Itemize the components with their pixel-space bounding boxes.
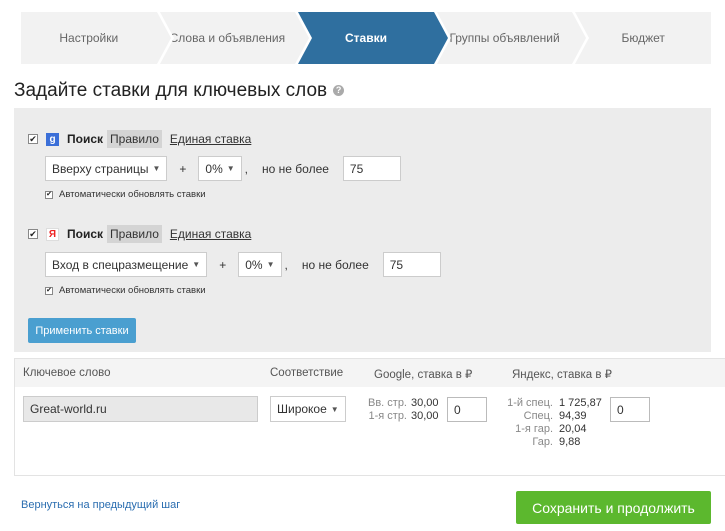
apply-bids-button[interactable]: Применить ставки: [28, 318, 136, 343]
select-value: Широкое: [277, 402, 327, 416]
bid-label: 1-й спец.: [507, 397, 553, 409]
bid-value: 9,88: [559, 436, 581, 448]
step-label: Бюджет: [621, 31, 665, 45]
save-continue-button[interactable]: Сохранить и продолжить: [516, 491, 711, 524]
yandex-search-label: Поиск: [67, 227, 104, 241]
bid-label: 1-я гар.: [515, 423, 553, 435]
bid-label: Гар.: [532, 436, 553, 448]
yandex-max-label: но не более: [301, 257, 369, 272]
page-title: Задайте ставки для ключевых слов?: [14, 80, 345, 102]
wizard-steps: Настройки Слова и объявления Ставки Груп…: [21, 12, 711, 64]
yandex-bid-input[interactable]: 0: [610, 397, 650, 422]
yandex-position-select[interactable]: Вход в спецразмещение ▼: [45, 252, 208, 277]
google-logo-icon: g: [46, 132, 59, 146]
yandex-tab-rule[interactable]: Правило: [107, 225, 162, 243]
select-value: 0%: [205, 161, 223, 176]
yandex-auto-row: ✔ Автоматически обновлять ставки: [45, 285, 206, 296]
yandex-percent-select[interactable]: 0% ▼: [238, 252, 282, 277]
plus-sign: +: [179, 161, 187, 176]
step-budget[interactable]: Бюджет: [575, 12, 711, 64]
google-auto-row: ✔ Автоматически обновлять ставки: [45, 189, 206, 200]
bid-label: Спец.: [523, 410, 553, 422]
step-bids[interactable]: Ставки: [298, 12, 451, 64]
google-search-label: Поиск: [67, 132, 104, 146]
step-words-ads[interactable]: Слова и объявления: [159, 12, 313, 64]
google-auto-checkbox[interactable]: ✔: [45, 190, 53, 199]
header-match: Соответствие: [270, 367, 344, 379]
bid-rules-panel: ✔ g Поиск Правило Единая ставка Вверху с…: [14, 108, 711, 352]
bid-value: 20,04: [559, 423, 587, 435]
bid-value: 30,00: [411, 397, 439, 409]
step-label: Группы объявлений: [449, 31, 560, 45]
help-icon[interactable]: ?: [333, 85, 345, 97]
comma: ,: [244, 161, 249, 176]
google-bid-input[interactable]: 0: [447, 397, 487, 422]
bid-label: 1-я стр.: [368, 410, 407, 422]
comma: ,: [284, 257, 288, 272]
google-header-row: ✔ g Поиск Правило Единая ставка: [28, 130, 251, 148]
page-title-text: Задайте ставки для ключевых слов: [14, 80, 328, 101]
header-google: Google, ставка в ₽: [374, 369, 473, 381]
google-position-select[interactable]: Вверху страницы ▼: [45, 156, 168, 181]
select-value: Вверху страницы: [52, 161, 149, 176]
chevron-down-icon: ▼: [226, 164, 235, 173]
yandex-auto-checkbox[interactable]: ✔: [45, 286, 53, 295]
google-bid-values: 30,00 30,00: [411, 397, 439, 423]
chevron-down-icon: ▼: [330, 404, 339, 414]
step-settings[interactable]: Настройки: [21, 12, 174, 64]
yandex-max-input[interactable]: 75: [382, 252, 441, 277]
yandex-tab-single-bid[interactable]: Единая ставка: [170, 227, 251, 241]
chevron-down-icon: ▼: [152, 164, 161, 173]
yandex-header-row: ✔ Я Поиск Правило Единая ставка: [28, 225, 251, 243]
plus-sign: +: [219, 257, 227, 272]
step-ad-groups[interactable]: Группы объявлений: [436, 12, 590, 64]
bid-value: 1 725,87: [559, 397, 602, 409]
yandex-bid-labels: 1-й спец. Спец. 1-я гар. Гар.: [499, 397, 553, 449]
back-link[interactable]: Вернуться на предыдущий шаг: [21, 499, 180, 511]
google-bid-labels: Вв. стр. 1-я стр.: [357, 397, 407, 423]
bid-label: Вв. стр.: [367, 397, 407, 409]
yandex-auto-label: Автоматически обновлять ставки: [59, 285, 206, 296]
google-max-label: но не более: [262, 161, 329, 176]
keywords-table: Ключевое слово Соответствие Google, став…: [14, 358, 725, 476]
chevron-down-icon: ▼: [266, 260, 275, 269]
chevron-down-icon: ▼: [192, 260, 201, 269]
step-label: Настройки: [59, 31, 119, 45]
google-rule-row: Вверху страницы ▼ + 0% ▼ , но не более 75: [45, 156, 401, 181]
google-tab-single-bid[interactable]: Единая ставка: [170, 132, 251, 146]
step-label: Ставки: [344, 31, 387, 45]
match-type-select[interactable]: Широкое ▼: [270, 396, 346, 422]
google-max-input[interactable]: 75: [342, 156, 401, 181]
google-percent-select[interactable]: 0% ▼: [198, 156, 242, 181]
select-value: Вход в спецразмещение: [52, 257, 189, 272]
google-auto-label: Автоматически обновлять ставки: [59, 189, 206, 200]
yandex-logo-icon: Я: [46, 227, 59, 241]
select-value: 0%: [245, 257, 263, 272]
bid-value: 30,00: [411, 410, 439, 422]
header-keyword: Ключевое слово: [23, 367, 111, 379]
step-label: Слова и объявления: [169, 31, 286, 45]
keyword-field[interactable]: Great-world.ru: [23, 396, 258, 422]
google-tab-rule[interactable]: Правило: [107, 130, 162, 148]
yandex-checkbox[interactable]: ✔: [28, 229, 38, 239]
table-header: Ключевое слово Соответствие Google, став…: [15, 359, 725, 387]
google-checkbox[interactable]: ✔: [28, 134, 38, 144]
yandex-rule-row: Вход в спецразмещение ▼ + 0% ▼ , но не бол…: [45, 252, 441, 277]
bid-value: 94,39: [559, 410, 587, 422]
yandex-bid-values: 1 725,87 94,39 20,04 9,88: [559, 397, 602, 449]
header-yandex: Яндекс, ставка в ₽: [512, 369, 612, 381]
